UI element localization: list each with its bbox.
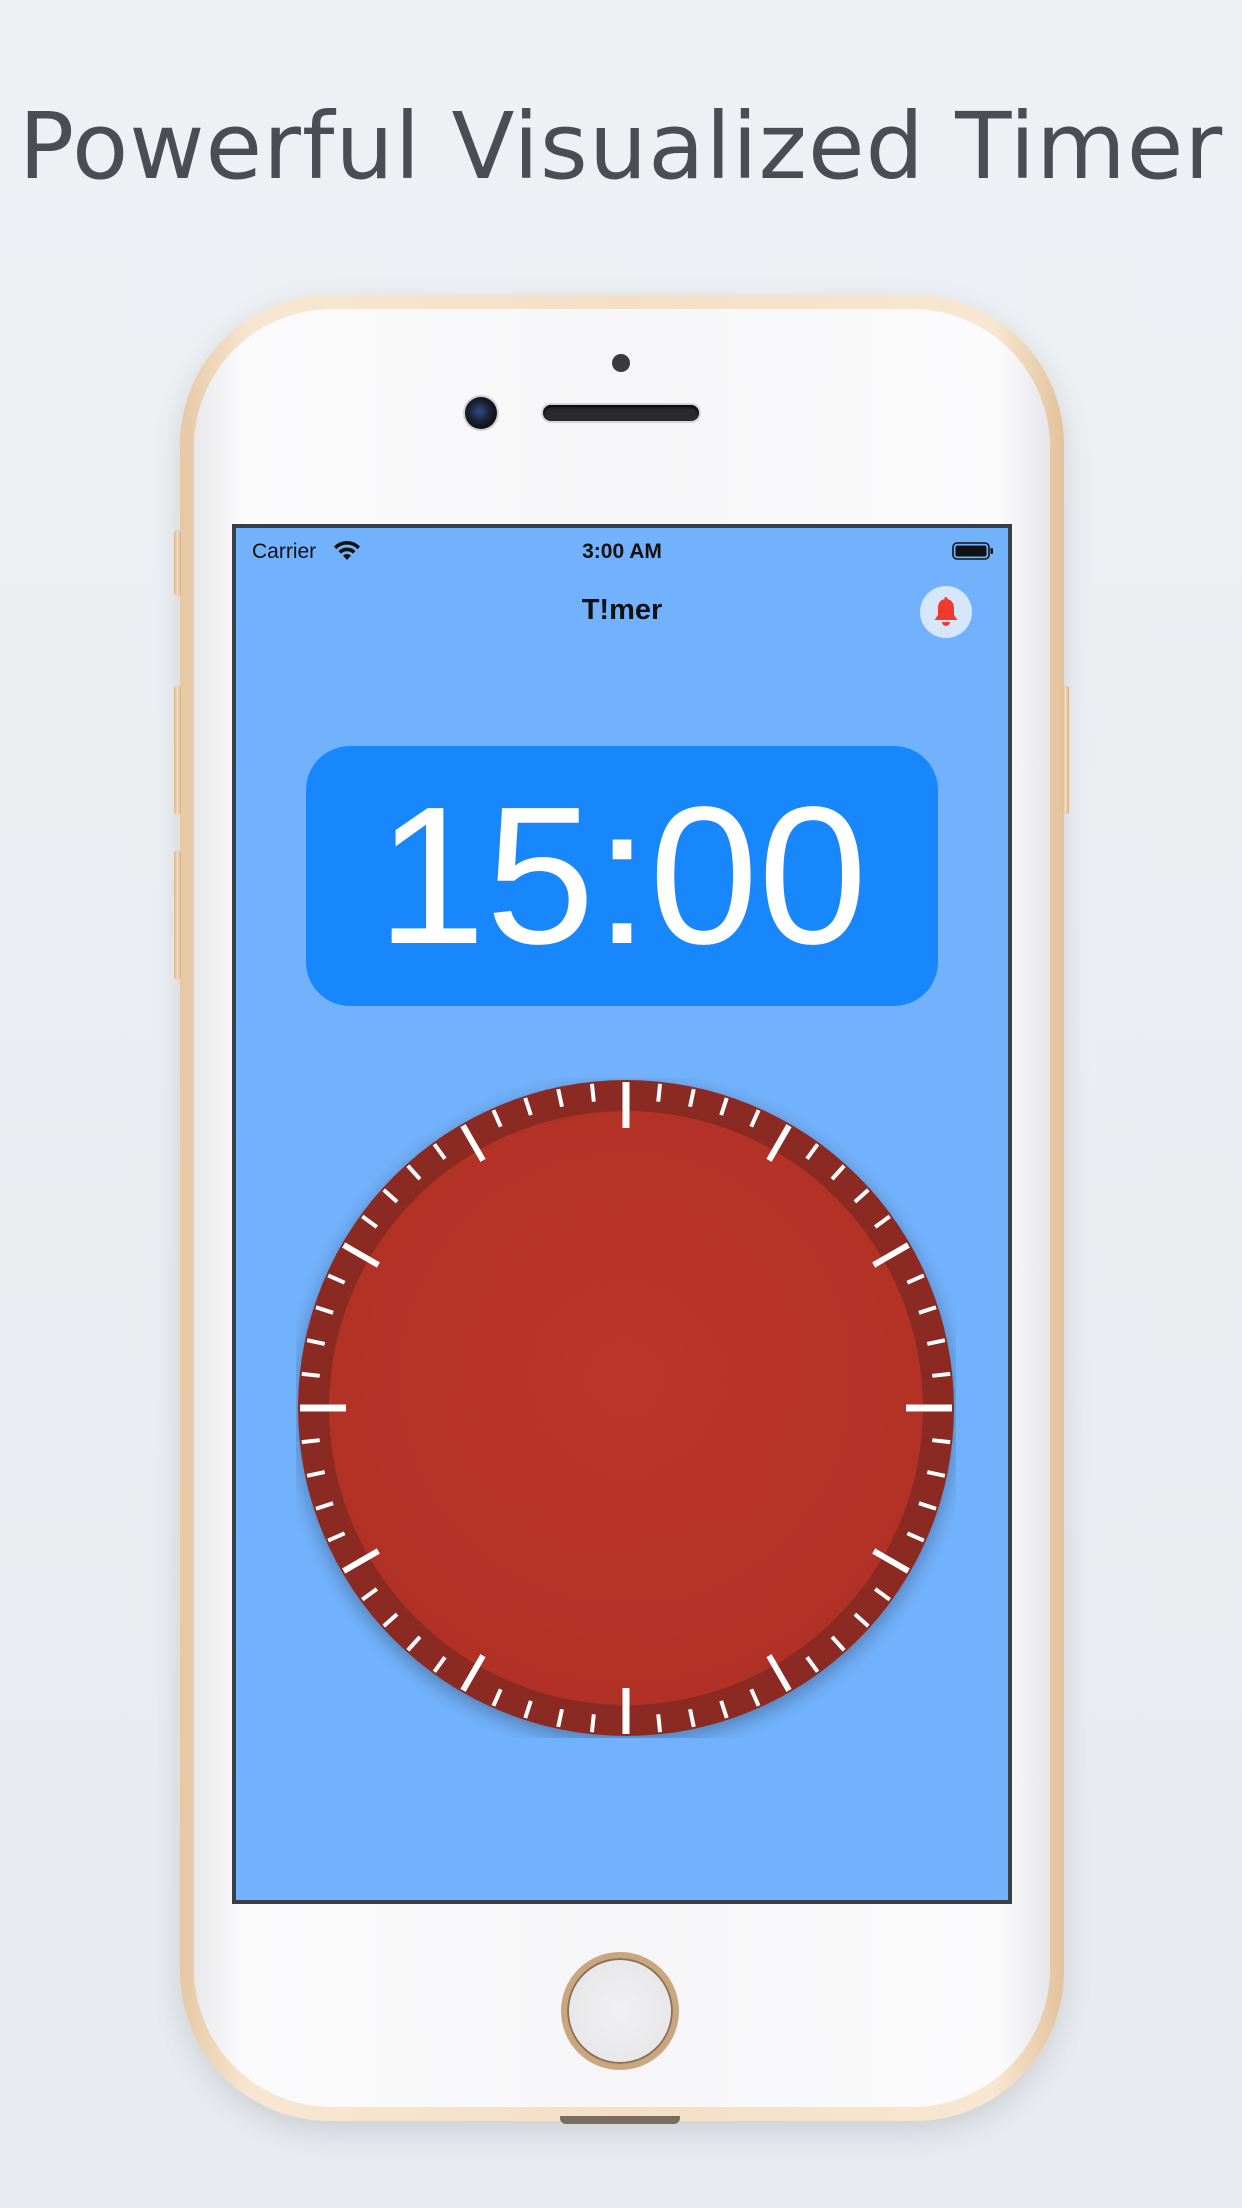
power-button xyxy=(1062,685,1069,815)
earpiece-speaker xyxy=(543,405,699,421)
app-title: T!mer xyxy=(581,594,663,626)
time-display-box[interactable]: 15:00 xyxy=(306,746,938,1006)
dial-tick xyxy=(301,1371,320,1378)
volume-up-button xyxy=(174,685,181,815)
bell-icon xyxy=(934,597,958,626)
home-button[interactable] xyxy=(561,1952,679,2070)
bottom-edge xyxy=(560,2116,680,2124)
dial-tick xyxy=(589,1714,596,1733)
battery-icon xyxy=(952,542,993,560)
dial-tick xyxy=(932,1438,951,1445)
dial-face xyxy=(329,1111,923,1705)
dial-tick xyxy=(656,1714,663,1733)
status-time: 3:00 AM xyxy=(582,540,662,563)
app-screen: Carrier 3:00 AM T!mer 15:00 xyxy=(232,524,1012,1904)
time-display: 15:00 xyxy=(376,766,868,985)
dial-tick xyxy=(589,1083,596,1102)
mute-switch xyxy=(174,530,181,596)
proximity-sensor xyxy=(612,354,630,372)
status-bar: Carrier 3:00 AM xyxy=(236,528,1008,572)
alarm-button[interactable] xyxy=(920,586,972,638)
volume-down-button xyxy=(174,850,181,980)
dial-tick xyxy=(301,1438,320,1445)
dial-tick xyxy=(656,1083,663,1102)
timer-dial[interactable] xyxy=(296,1078,956,1738)
nav-bar: T!mer xyxy=(236,572,1008,648)
dial-tick xyxy=(932,1371,951,1378)
headline: Powerful Visualized Timer xyxy=(18,93,1224,200)
front-camera xyxy=(465,397,497,429)
